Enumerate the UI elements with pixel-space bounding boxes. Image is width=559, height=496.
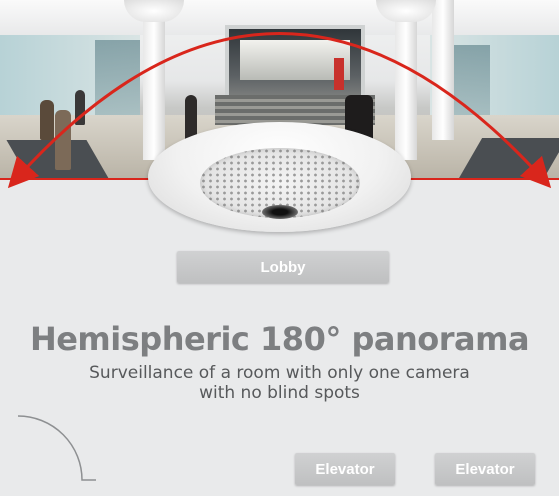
door-swing-arc (17, 415, 96, 481)
illustration-frame: Lobby Hemispheric 180° panorama Surveill… (0, 0, 559, 496)
door-swing-path (17, 415, 96, 481)
elevator-label-2: Elevator (435, 453, 535, 485)
elevator-label-1: Elevator (295, 453, 395, 485)
